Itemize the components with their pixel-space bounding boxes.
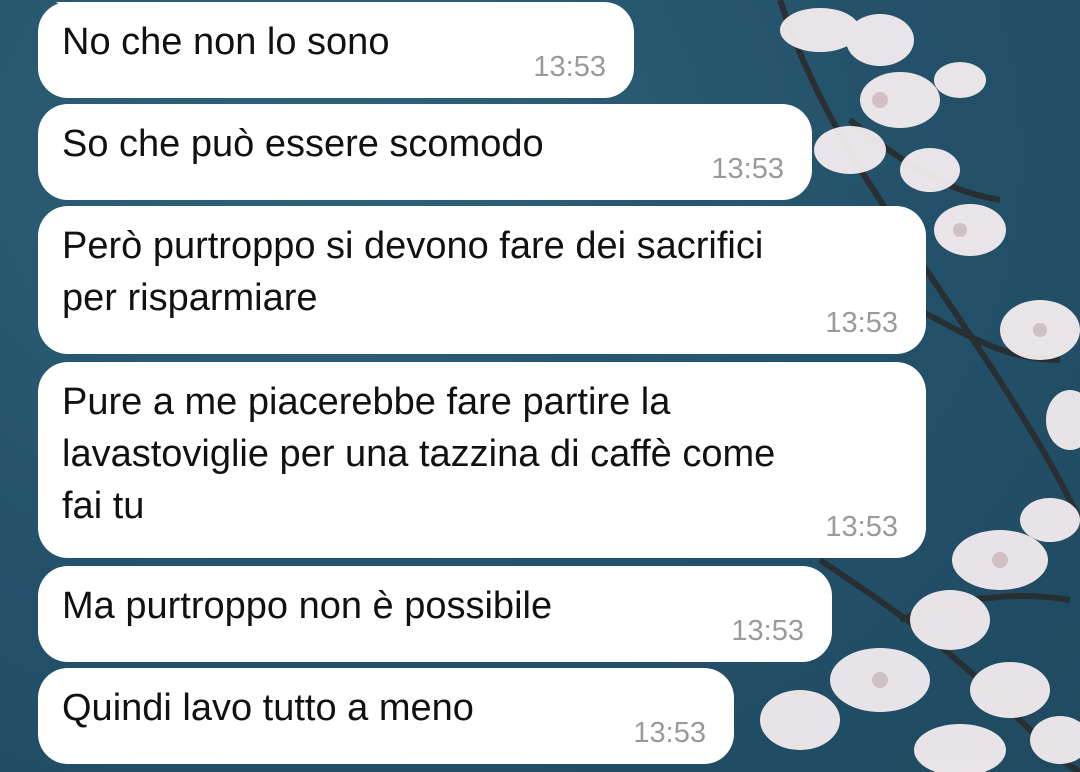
- message-text: Pure a me piacerebbe fare partire la lav…: [62, 381, 776, 527]
- message-timestamp: 13:53: [633, 717, 706, 749]
- message-bubble[interactable]: So che può essere scomodo 13:53: [38, 104, 812, 200]
- message-bubble[interactable]: Però purtroppo si devono fare dei sacrif…: [38, 206, 926, 354]
- message-bubble[interactable]: Ma purtroppo non è possibile 13:53: [38, 566, 832, 662]
- message-bubble[interactable]: Pure a me piacerebbe fare partire la lav…: [38, 362, 926, 558]
- message-bubble[interactable]: Quindi lavo tutto a meno 13:53: [38, 668, 734, 764]
- message-text: So che può essere scomodo: [62, 123, 544, 165]
- message-timestamp: 13:53: [533, 51, 606, 83]
- message-timestamp: 13:53: [825, 307, 898, 339]
- message-timestamp: 13:53: [731, 615, 804, 647]
- message-text: Quindi lavo tutto a meno: [62, 687, 474, 729]
- message-text: Ma purtroppo non è possibile: [62, 585, 553, 627]
- message-bubble[interactable]: No che non lo sono 13:53: [38, 2, 634, 98]
- message-list[interactable]: No che non lo sono 13:53 So che può esse…: [0, 0, 1080, 772]
- message-timestamp: 13:53: [711, 153, 784, 185]
- bubble-tail-icon: [56, 2, 96, 32]
- message-text: No che non lo sono: [62, 21, 390, 63]
- message-timestamp: 13:53: [825, 511, 898, 543]
- message-text: Però purtroppo si devono fare dei sacrif…: [62, 225, 764, 319]
